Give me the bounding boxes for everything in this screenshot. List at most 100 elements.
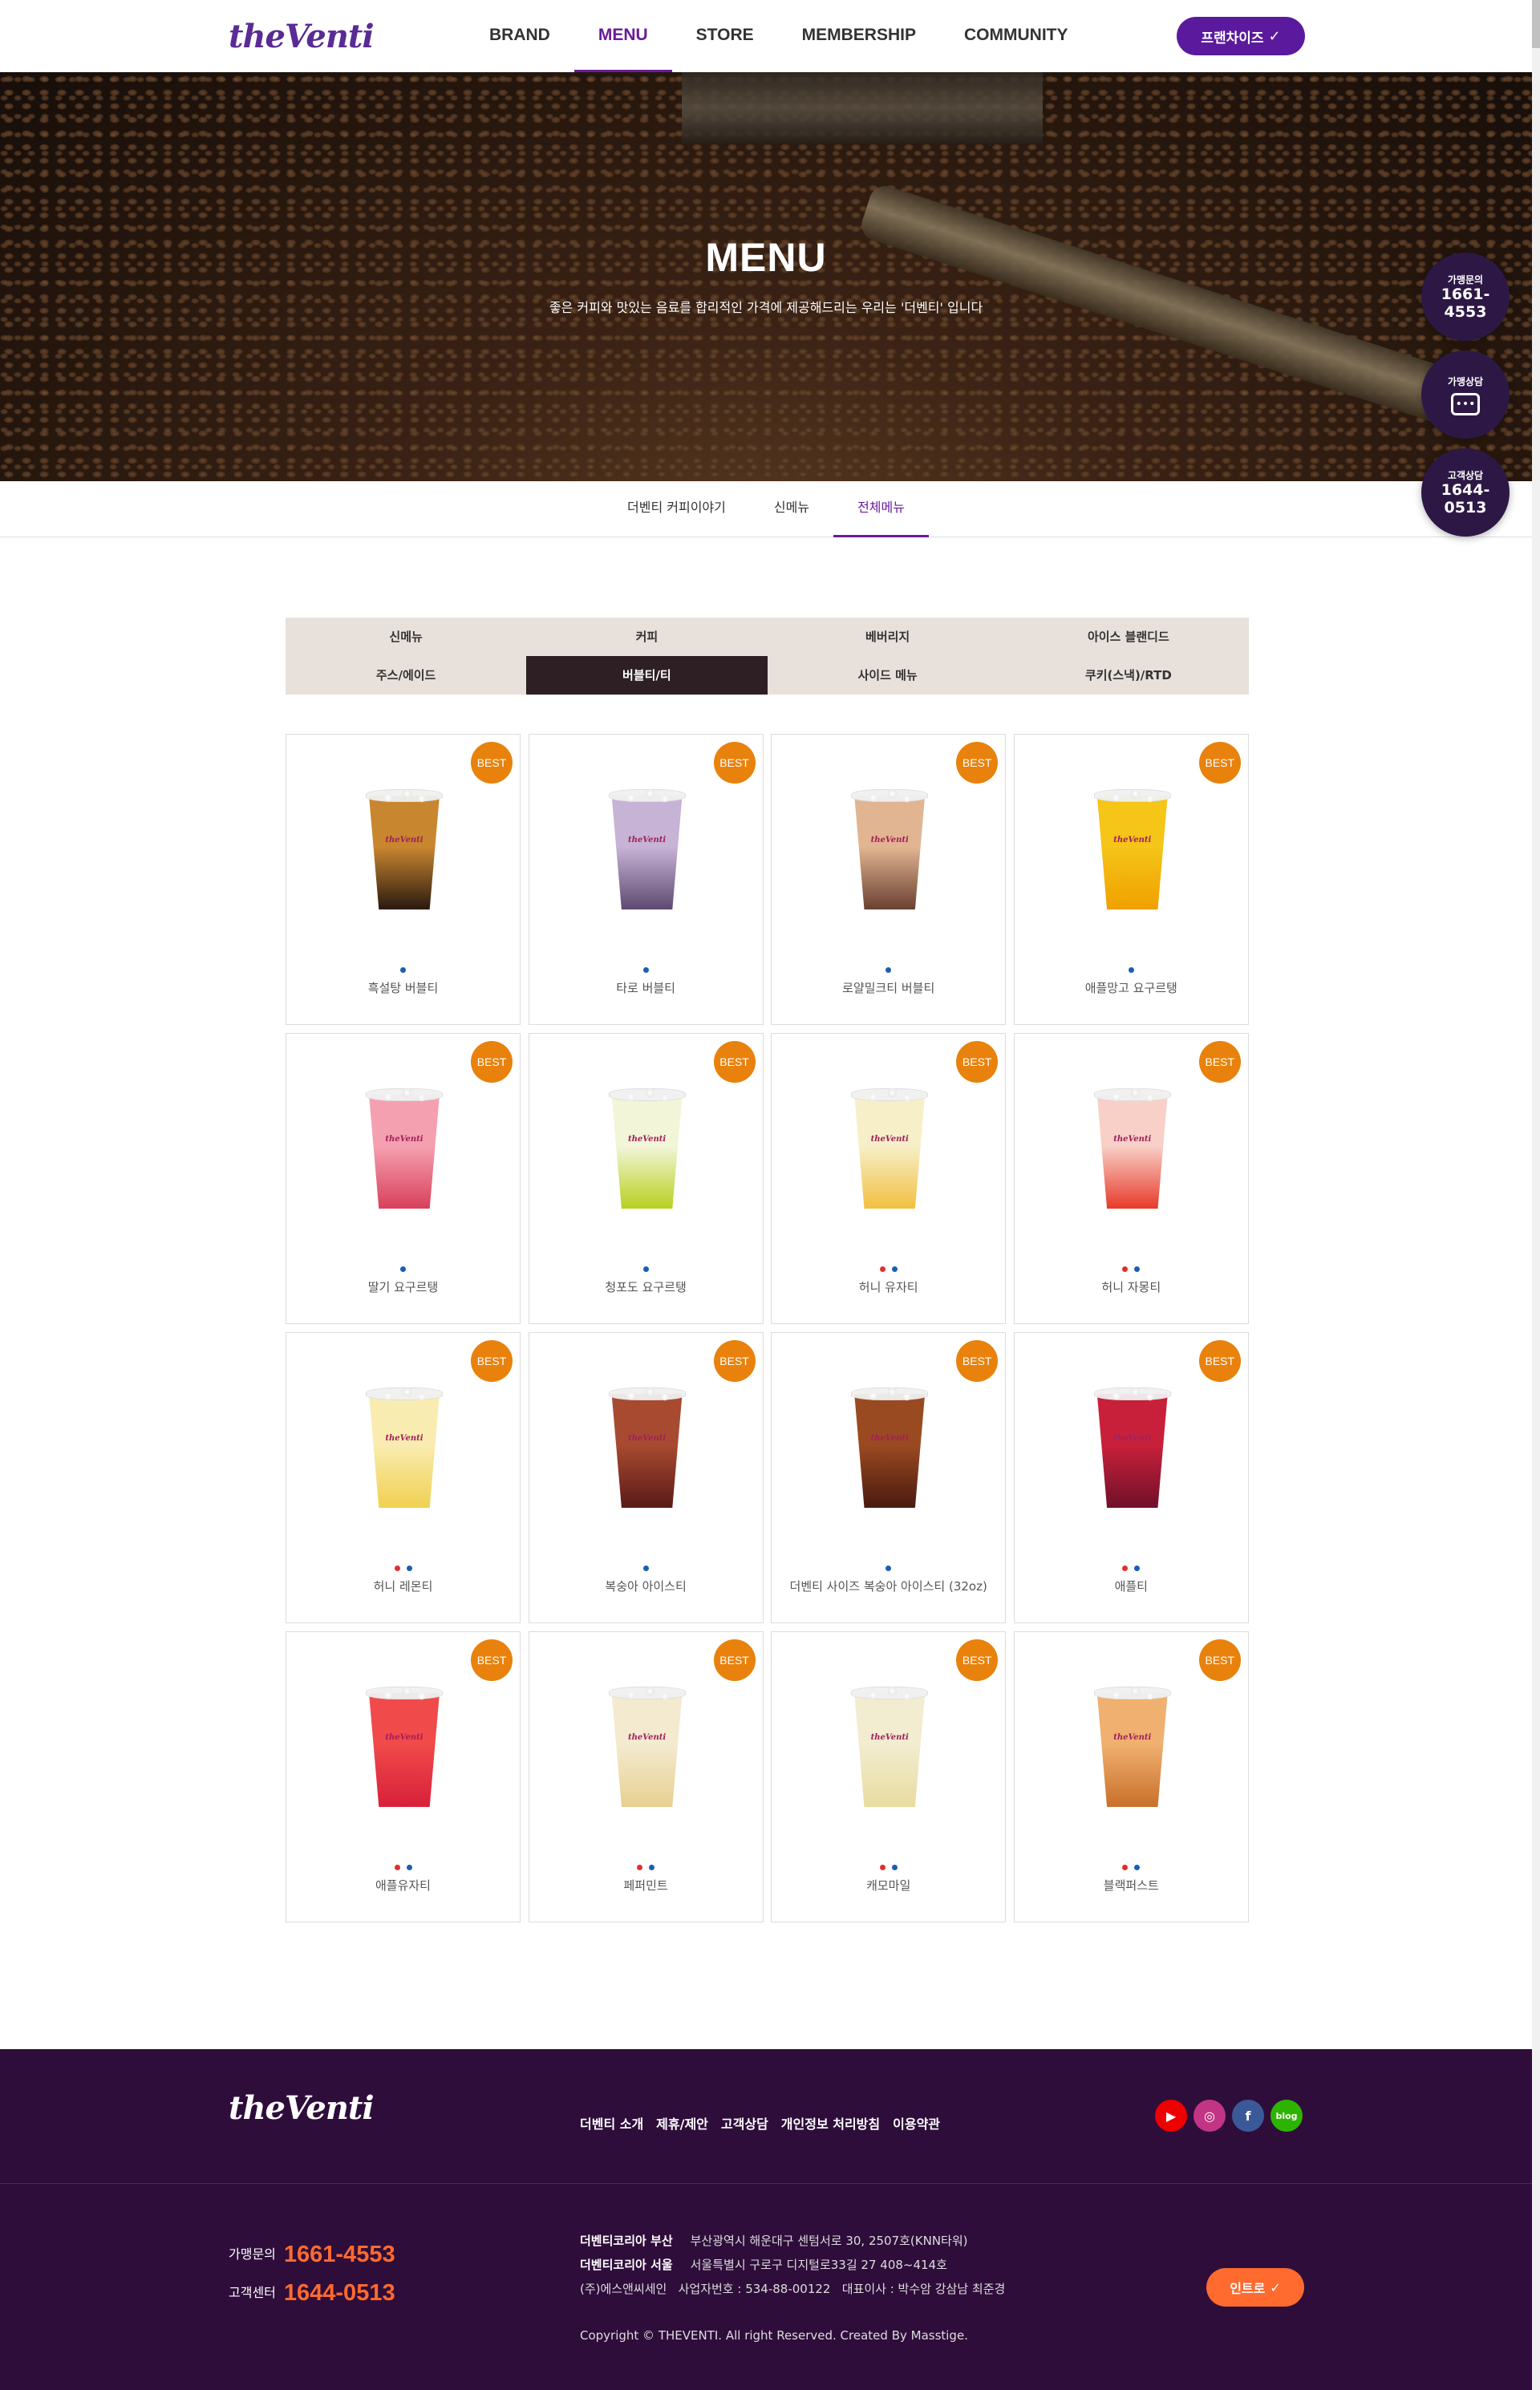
footer-link[interactable]: 이용약관 <box>893 2113 940 2133</box>
ice-cubes <box>377 1384 432 1404</box>
product-card[interactable]: BEST theVenti 페퍼민트 <box>528 1631 764 1922</box>
category-tab[interactable]: 아이스 블랜디드 <box>1007 618 1249 656</box>
intro-button-label: 인트로 <box>1230 2281 1266 2296</box>
cup-logo: theVenti <box>628 1733 667 1742</box>
category-tab[interactable]: 베버리지 <box>767 618 1008 656</box>
footer-link[interactable]: 고객상담 <box>721 2113 768 2133</box>
ice-cubes <box>1104 1384 1160 1404</box>
chat-icon: ••• <box>1451 392 1480 415</box>
cup-body <box>1096 1693 1168 1807</box>
nav-menu[interactable]: MENU <box>573 0 672 72</box>
best-badge: BEST <box>713 1340 756 1382</box>
category-tab[interactable]: 신메뉴 <box>286 618 527 656</box>
product-card[interactable]: BEST theVenti 캐모마일 <box>771 1631 1007 1922</box>
office-address: 부산광역시 해운대구 센텀서로 30, 2507호(KNN타워) <box>690 2234 968 2248</box>
cup-logo: theVenti <box>870 1733 909 1742</box>
office-address: 서울특별시 구로구 디지털로33길 27 408~414호 <box>690 2258 947 2272</box>
nav-community[interactable]: COMMUNITY <box>940 0 1092 72</box>
cup-logo: theVenti <box>385 1733 424 1742</box>
product-name: 애플티 <box>1114 1579 1148 1594</box>
phone-label: 고객센터 <box>229 2285 276 2300</box>
product-card[interactable]: BEST theVenti 허니 유자티 <box>771 1033 1007 1324</box>
franchise-consult-float[interactable]: 가맹상담 ••• <box>1421 350 1510 439</box>
subnav-all-menu[interactable]: 전체메뉴 <box>833 481 929 537</box>
logo[interactable]: theVenti <box>229 18 375 55</box>
venti-v-icon: ✓ <box>1270 2279 1281 2295</box>
youtube-icon[interactable]: ▶ <box>1155 2100 1187 2132</box>
product-name: 허니 유자티 <box>858 1280 918 1294</box>
subnav-story[interactable]: 더벤티 커피이야기 <box>603 481 750 537</box>
cup-body <box>1096 1095 1168 1209</box>
main-nav: BRAND MENU STORE MEMBERSHIP COMMUNITY <box>465 0 1092 72</box>
drink-image: theVenti <box>366 1683 443 1807</box>
footer-links: 더벤티 소개 제휴/제안 고객상담 개인정보 처리방침 이용약관 <box>580 2113 940 2133</box>
instagram-icon[interactable]: ◎ <box>1194 2100 1226 2132</box>
cup-body <box>1096 1394 1168 1508</box>
cup-body <box>611 1394 683 1508</box>
ice-cubes <box>862 786 918 805</box>
blog-icon[interactable]: blog <box>1270 2100 1303 2132</box>
float-title: 가맹상담 <box>1447 375 1484 387</box>
product-card[interactable]: BEST theVenti 로얄밀크티 버블티 <box>771 734 1007 1025</box>
float-title: 고객상담 <box>1447 469 1484 481</box>
footer-link[interactable]: 제휴/제안 <box>656 2113 708 2133</box>
product-card[interactable]: BEST theVenti 애플유자티 <box>286 1631 521 1922</box>
product-name: 흑설탕 버블티 <box>367 981 439 995</box>
temperature-dots <box>529 1865 763 1870</box>
ice-dot-icon <box>400 1266 406 1272</box>
best-badge: BEST <box>1198 742 1241 784</box>
hot-dot-icon <box>1122 1566 1129 1571</box>
temperature-dots <box>286 967 520 973</box>
footer-logo[interactable]: theVenti <box>229 2089 375 2127</box>
best-badge: BEST <box>956 1340 999 1382</box>
scrollbar-thumb[interactable] <box>1532 0 1540 48</box>
temperature-dots <box>286 1566 520 1571</box>
product-card[interactable]: BEST theVenti 딸기 요구르탱 <box>286 1033 521 1324</box>
drink-image: theVenti <box>608 1384 686 1508</box>
nav-brand[interactable]: BRAND <box>465 0 574 72</box>
product-card[interactable]: BEST theVenti 복숭아 아이스티 <box>528 1332 764 1623</box>
temperature-dots <box>529 1266 763 1272</box>
product-card[interactable]: BEST theVenti 애플티 <box>1013 1332 1249 1623</box>
cup-logo: theVenti <box>870 836 909 845</box>
ice-cubes <box>1104 1683 1160 1703</box>
facebook-icon[interactable]: f <box>1232 2100 1264 2132</box>
product-card[interactable]: BEST theVenti 애플망고 요구르탱 <box>1013 734 1249 1025</box>
product-name: 복숭아 아이스티 <box>605 1579 687 1594</box>
cup-logo: theVenti <box>385 1135 424 1144</box>
product-card[interactable]: BEST theVenti 청포도 요구르탱 <box>528 1033 764 1324</box>
category-tab-active[interactable]: 버블티/티 <box>526 656 768 695</box>
product-card[interactable]: BEST theVenti 더벤티 사이즈 복숭아 아이스티 (32oz) <box>771 1332 1007 1623</box>
hot-dot-icon <box>394 1566 400 1571</box>
hot-dot-icon <box>1122 1266 1129 1272</box>
best-badge: BEST <box>1198 1340 1241 1382</box>
product-card[interactable]: BEST theVenti 허니 레몬티 <box>286 1332 521 1623</box>
ice-cubes <box>1104 1085 1160 1104</box>
customer-float[interactable]: 고객상담 1644- 0513 <box>1421 448 1510 537</box>
category-tab[interactable]: 사이드 메뉴 <box>767 656 1008 695</box>
footer-link[interactable]: 더벤티 소개 <box>580 2113 643 2133</box>
franchise-button-label: 프랜차이즈 <box>1201 30 1264 47</box>
product-name: 타로 버블티 <box>616 981 675 995</box>
subnav-new[interactable]: 신메뉴 <box>750 481 833 537</box>
product-name: 허니 자몽티 <box>1101 1280 1161 1294</box>
temperature-dots <box>1015 967 1248 973</box>
ice-cubes <box>619 1085 675 1104</box>
nav-membership[interactable]: MEMBERSHIP <box>778 0 940 72</box>
product-card[interactable]: BEST theVenti 블랙퍼스트 <box>1013 1631 1249 1922</box>
cup-body <box>611 796 683 909</box>
product-card[interactable]: BEST theVenti 흑설탕 버블티 <box>286 734 521 1025</box>
product-card[interactable]: BEST theVenti 타로 버블티 <box>528 734 764 1025</box>
product-card[interactable]: BEST theVenti 허니 자몽티 <box>1013 1033 1249 1324</box>
temperature-dots <box>1015 1266 1248 1272</box>
franchise-button[interactable]: 프랜차이즈 ✓ <box>1177 17 1305 55</box>
scrollbar[interactable] <box>1532 0 1540 2390</box>
cup-body <box>611 1693 683 1807</box>
intro-button[interactable]: 인트로 ✓ <box>1206 2268 1304 2307</box>
category-tab[interactable]: 쿠키(스낵)/RTD <box>1007 656 1249 695</box>
category-tab[interactable]: 커피 <box>526 618 768 656</box>
category-tab[interactable]: 주스/에이드 <box>286 656 527 695</box>
nav-store[interactable]: STORE <box>672 0 778 72</box>
footer-link[interactable]: 개인정보 처리방침 <box>781 2113 880 2133</box>
franchise-inquiry-float[interactable]: 가맹문의 1661- 4553 <box>1421 253 1510 341</box>
